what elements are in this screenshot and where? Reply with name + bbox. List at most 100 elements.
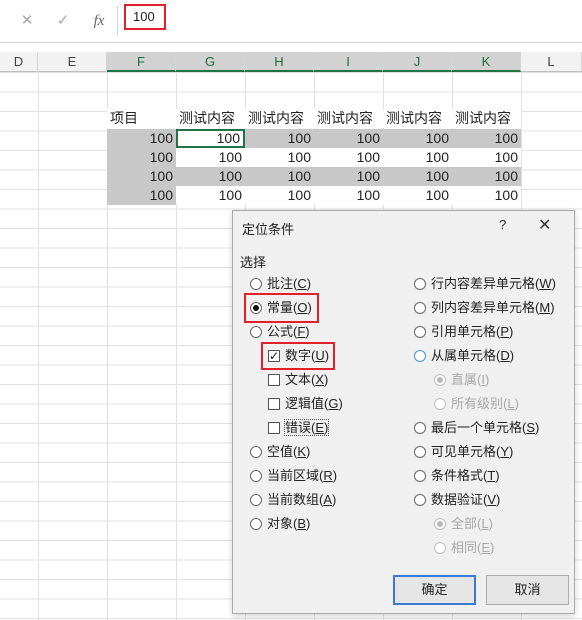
data-cell[interactable]: 100 (452, 129, 521, 148)
option-tail: ) (535, 420, 540, 435)
data-cell[interactable]: 100 (314, 129, 383, 148)
option-tail: ) (509, 444, 514, 459)
ok-button[interactable]: 确定 (393, 575, 476, 605)
option-validation-all[interactable]: 全部(L) (434, 514, 493, 534)
option-blanks[interactable]: 空值(K) (250, 442, 310, 462)
data-cell[interactable]: 100 (383, 167, 452, 186)
column-header-h[interactable]: H (245, 52, 314, 72)
column-header-g[interactable]: G (176, 52, 245, 72)
option-formulas[interactable]: 公式(F) (250, 322, 310, 342)
radio-disabled-icon (434, 374, 446, 386)
option-tail: ) (306, 276, 312, 291)
cancel-icon[interactable]: ✕ (16, 10, 38, 32)
formula-input[interactable]: 100 (124, 4, 166, 30)
confirm-icon[interactable]: ✓ (52, 10, 74, 32)
column-header-k[interactable]: K (452, 52, 521, 72)
column-header-d[interactable]: D (0, 52, 38, 72)
option-tail: ) (496, 492, 501, 507)
option-direct-only[interactable]: 直属(I) (434, 370, 489, 390)
option-comments[interactable]: 批注(C) (250, 274, 311, 294)
active-cell[interactable]: 100 (176, 129, 245, 148)
column-header-f[interactable]: F (107, 52, 176, 72)
close-icon[interactable]: ✕ (538, 215, 551, 235)
option-precedents[interactable]: 引用单元格(P) (414, 322, 513, 342)
option-row-differences[interactable]: 行内容差异单元格(W) (414, 274, 556, 294)
data-cell[interactable]: 100 (314, 186, 383, 205)
data-cell[interactable]: 100 (245, 167, 314, 186)
data-cell[interactable]: 100 (176, 167, 245, 186)
option-label: 直属( (451, 372, 482, 387)
option-dependents[interactable]: 从属单元格(D) (414, 346, 514, 366)
header-cell[interactable]: 测试内容 (245, 109, 314, 128)
radio-disabled-icon (434, 398, 446, 410)
column-header-j[interactable]: J (383, 52, 452, 72)
header-cell[interactable]: 测试内容 (383, 109, 452, 128)
checkbox-text[interactable]: 文本(X) (268, 370, 328, 390)
data-cell[interactable]: 100 (383, 186, 452, 205)
data-cell[interactable]: 100 (452, 167, 521, 186)
checkbox-errors[interactable]: 错误(E) (268, 418, 330, 438)
data-cell[interactable]: 100 (176, 148, 245, 167)
option-tail: ) (332, 492, 337, 507)
dialog-title: 定位条件 (242, 222, 295, 237)
data-cell[interactable]: 100 (107, 186, 176, 205)
option-current-array[interactable]: 当前数组(A) (250, 490, 336, 510)
header-cell-item[interactable]: 项目 (107, 109, 176, 128)
option-key: E (481, 540, 491, 555)
header-cell[interactable]: 测试内容 (452, 109, 521, 128)
option-key: L (507, 396, 515, 411)
data-cell[interactable]: 100 (176, 186, 245, 205)
option-key: D (500, 348, 510, 363)
data-cell[interactable]: 100 (245, 186, 314, 205)
option-key: A (323, 492, 333, 507)
option-label: 从属单元格( (431, 348, 501, 363)
data-cell[interactable]: 100 (107, 148, 176, 167)
insert-function-icon[interactable]: fx (88, 10, 110, 32)
help-button[interactable]: ? (499, 217, 506, 232)
option-last-cell[interactable]: 最后一个单元格(S) (414, 418, 539, 438)
option-objects[interactable]: 对象(B) (250, 514, 310, 534)
option-data-validation[interactable]: 数据验证(V) (414, 490, 500, 510)
checkbox-logicals[interactable]: 逻辑值(G) (268, 394, 343, 414)
option-label: 对象( (267, 516, 298, 531)
option-all-levels[interactable]: 所有级别(L) (434, 394, 519, 414)
data-cell[interactable]: 100 (452, 148, 521, 167)
radio-icon (250, 518, 262, 530)
header-cell[interactable]: 测试内容 (176, 109, 245, 128)
option-conditional-formats[interactable]: 条件格式(T) (414, 466, 500, 486)
option-tail: ) (495, 468, 500, 483)
column-header-l[interactable]: L (521, 52, 582, 72)
option-current-region[interactable]: 当前区域(R) (250, 466, 337, 486)
checkbox-icon (268, 398, 280, 410)
data-cell[interactable]: 100 (383, 129, 452, 148)
data-cell[interactable]: 100 (107, 129, 176, 148)
data-cell[interactable]: 100 (245, 148, 314, 167)
data-cell[interactable]: 100 (383, 148, 452, 167)
data-cell[interactable]: 100 (314, 148, 383, 167)
column-header-i[interactable]: I (314, 52, 383, 72)
radio-icon (414, 446, 426, 458)
cancel-button[interactable]: 取消 (486, 575, 569, 605)
radio-icon (250, 326, 262, 338)
formula-bar-divider (117, 6, 118, 36)
option-label: 全部( (451, 516, 482, 531)
checkbox-icon (268, 374, 280, 386)
data-cell[interactable]: 100 (245, 129, 314, 148)
header-cell[interactable]: 测试内容 (314, 109, 383, 128)
option-key: B (297, 516, 307, 531)
column-header-e[interactable]: E (38, 52, 107, 72)
data-cell[interactable]: 100 (452, 186, 521, 205)
option-tail: ) (484, 372, 490, 387)
option-validation-same[interactable]: 相同(E) (434, 538, 494, 558)
option-column-differences[interactable]: 列内容差异单元格(M) (414, 298, 555, 318)
option-visible-cells[interactable]: 可见单元格(Y) (414, 442, 513, 462)
option-label: 行内容差异单元格( (431, 276, 540, 291)
option-label: 空值( (267, 444, 298, 459)
data-cell[interactable]: 100 (314, 167, 383, 186)
option-key: C (297, 276, 307, 291)
option-label: 逻辑值( (285, 396, 329, 411)
option-label-focused: 错误(E) (283, 419, 330, 436)
option-key: E (315, 420, 325, 435)
data-cell[interactable]: 100 (107, 167, 176, 186)
option-tail: ) (332, 468, 338, 483)
